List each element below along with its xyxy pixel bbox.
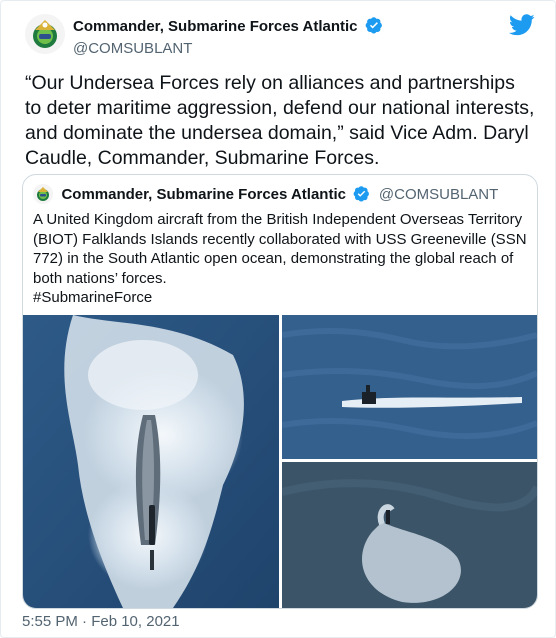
tweet-header: Commander, Submarine Forces Atlantic @CO…: [25, 14, 535, 57]
quoted-author-avatar: [33, 184, 53, 204]
tweet-text: “Our Undersea Forces rely on alliances a…: [25, 72, 535, 169]
photo-submarine-wake[interactable]: [23, 315, 279, 608]
verified-badge-icon: [353, 185, 370, 207]
verified-badge-icon: [365, 16, 383, 39]
hashtag-link[interactable]: #SubmarineForce: [33, 289, 152, 306]
photo-submarine-surface[interactable]: [282, 315, 537, 459]
author-avatar[interactable]: [25, 14, 65, 54]
quoted-tweet-header: Commander, Submarine Forces Atlantic @CO…: [33, 184, 498, 206]
photo-submarine-spiral-wake[interactable]: [282, 462, 537, 608]
twitter-bird-icon[interactable]: [508, 14, 535, 41]
quoted-tweet-text: A United Kingdom aircraft from the Briti…: [33, 210, 527, 308]
quoted-author-handle: @COMSUBLANT: [378, 186, 499, 203]
tweet-timestamp[interactable]: 5:55 PM · Feb 10, 2021: [22, 613, 180, 630]
photo-grid: [23, 315, 537, 608]
quoted-tweet[interactable]: Commander, Submarine Forces Atlantic @CO…: [22, 174, 538, 609]
quoted-author-name: Commander, Submarine Forces Atlantic: [61, 186, 346, 203]
tweet-card: Commander, Submarine Forces Atlantic @CO…: [0, 0, 556, 638]
author-name[interactable]: Commander, Submarine Forces Atlantic: [73, 18, 358, 35]
author-handle[interactable]: @COMSUBLANT: [73, 40, 383, 57]
quoted-tweet-body: A United Kingdom aircraft from the Briti…: [33, 211, 527, 287]
